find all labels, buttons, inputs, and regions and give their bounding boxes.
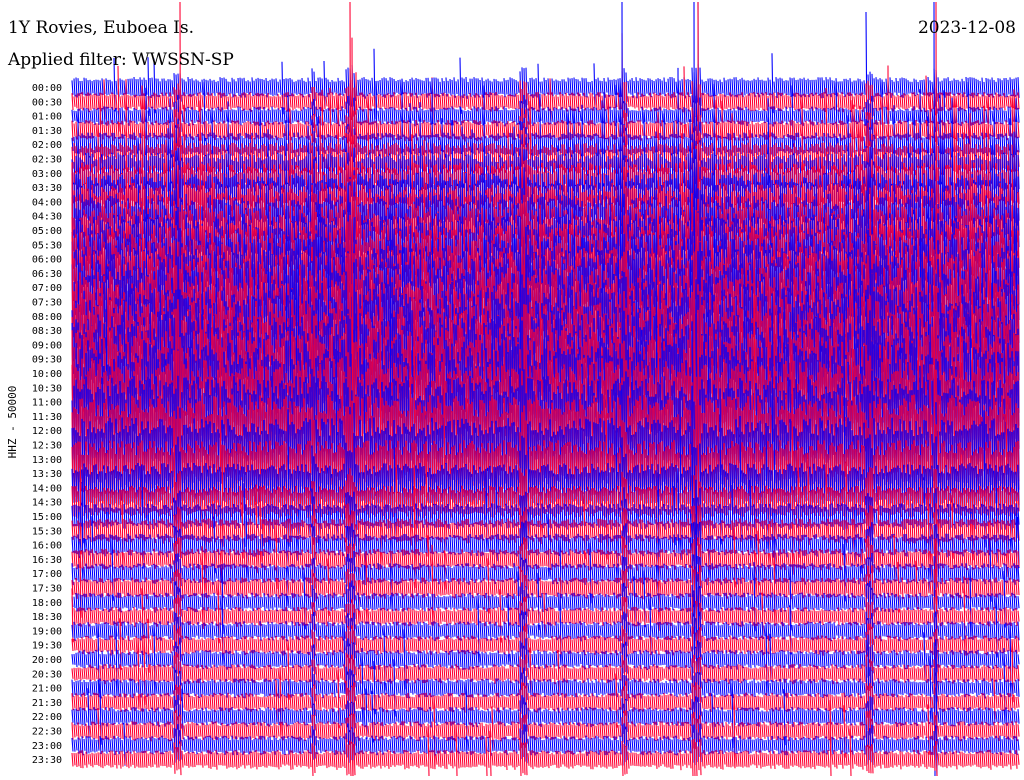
tick-label: 11:00	[32, 398, 62, 409]
tick-label: 01:30	[32, 126, 62, 137]
tick-label: 20:30	[32, 669, 62, 680]
tick-label: 05:30	[32, 240, 62, 251]
tick-label: 15:30	[32, 526, 62, 537]
tick-label: 14:30	[32, 498, 62, 509]
tick-label: 06:30	[32, 269, 62, 280]
tick-label: 17:30	[32, 584, 62, 595]
tick-label: 17:00	[32, 569, 62, 580]
tick-label: 07:30	[32, 298, 62, 309]
tick-label: 23:30	[32, 755, 62, 766]
tick-label: 21:30	[32, 698, 62, 709]
tick-label: 09:00	[32, 340, 62, 351]
tick-label: 12:00	[32, 426, 62, 437]
tick-label: 10:30	[32, 383, 62, 394]
tick-label: 01:00	[32, 112, 62, 123]
tick-label: 16:30	[32, 555, 62, 566]
tick-label: 18:00	[32, 598, 62, 609]
tick-label: 05:00	[32, 226, 62, 237]
tick-label: 07:00	[32, 283, 62, 294]
tick-label: 20:00	[32, 655, 62, 666]
tick-label: 02:00	[32, 140, 62, 151]
filter-label: Applied filter: WWSSN-SP	[8, 50, 234, 70]
tick-label: 15:00	[32, 512, 62, 523]
tick-label: 18:30	[32, 612, 62, 623]
tick-label: 21:00	[32, 684, 62, 695]
tick-label: 22:00	[32, 712, 62, 723]
tick-label: 08:30	[32, 326, 62, 337]
tick-label: 23:00	[32, 741, 62, 752]
station-title: 1Y Rovies, Euboea Is.	[8, 18, 195, 38]
tick-label: 16:00	[32, 541, 62, 552]
tick-label: 19:00	[32, 626, 62, 637]
tick-label: 03:30	[32, 183, 62, 194]
tick-label: 22:30	[32, 727, 62, 738]
tick-label: 04:00	[32, 197, 62, 208]
tick-label: 14:00	[32, 483, 62, 494]
tick-label: 10:00	[32, 369, 62, 380]
helicorder-plot: 00:00 00:30 01:00 01:30 02:00 02:30 03:00 03:30…	[6, 1, 1020, 777]
tick-label: 08:00	[32, 312, 62, 323]
tick-label: 13:00	[32, 455, 62, 466]
tick-label: 00:30	[32, 97, 62, 108]
trace-group	[71, 1, 1020, 777]
tick-label: 13:30	[32, 469, 62, 480]
tick-label: 19:30	[32, 641, 62, 652]
time-axis: 00:00 00:30 01:00 01:30 02:00 02:30 03:00 03:30…	[32, 83, 62, 766]
tick-label: 02:30	[32, 155, 62, 166]
tick-label: 00:00	[32, 83, 62, 94]
tick-label: 09:30	[32, 355, 62, 366]
tick-label: 04:30	[32, 212, 62, 223]
tick-label: 03:00	[32, 169, 62, 180]
tick-label: 12:30	[32, 441, 62, 452]
tick-label: 06:00	[32, 255, 62, 266]
date-label: 2023-12-08	[917, 18, 1016, 38]
tick-label: 11:30	[32, 412, 62, 423]
y-axis-label: HHZ - 50000	[6, 386, 19, 459]
